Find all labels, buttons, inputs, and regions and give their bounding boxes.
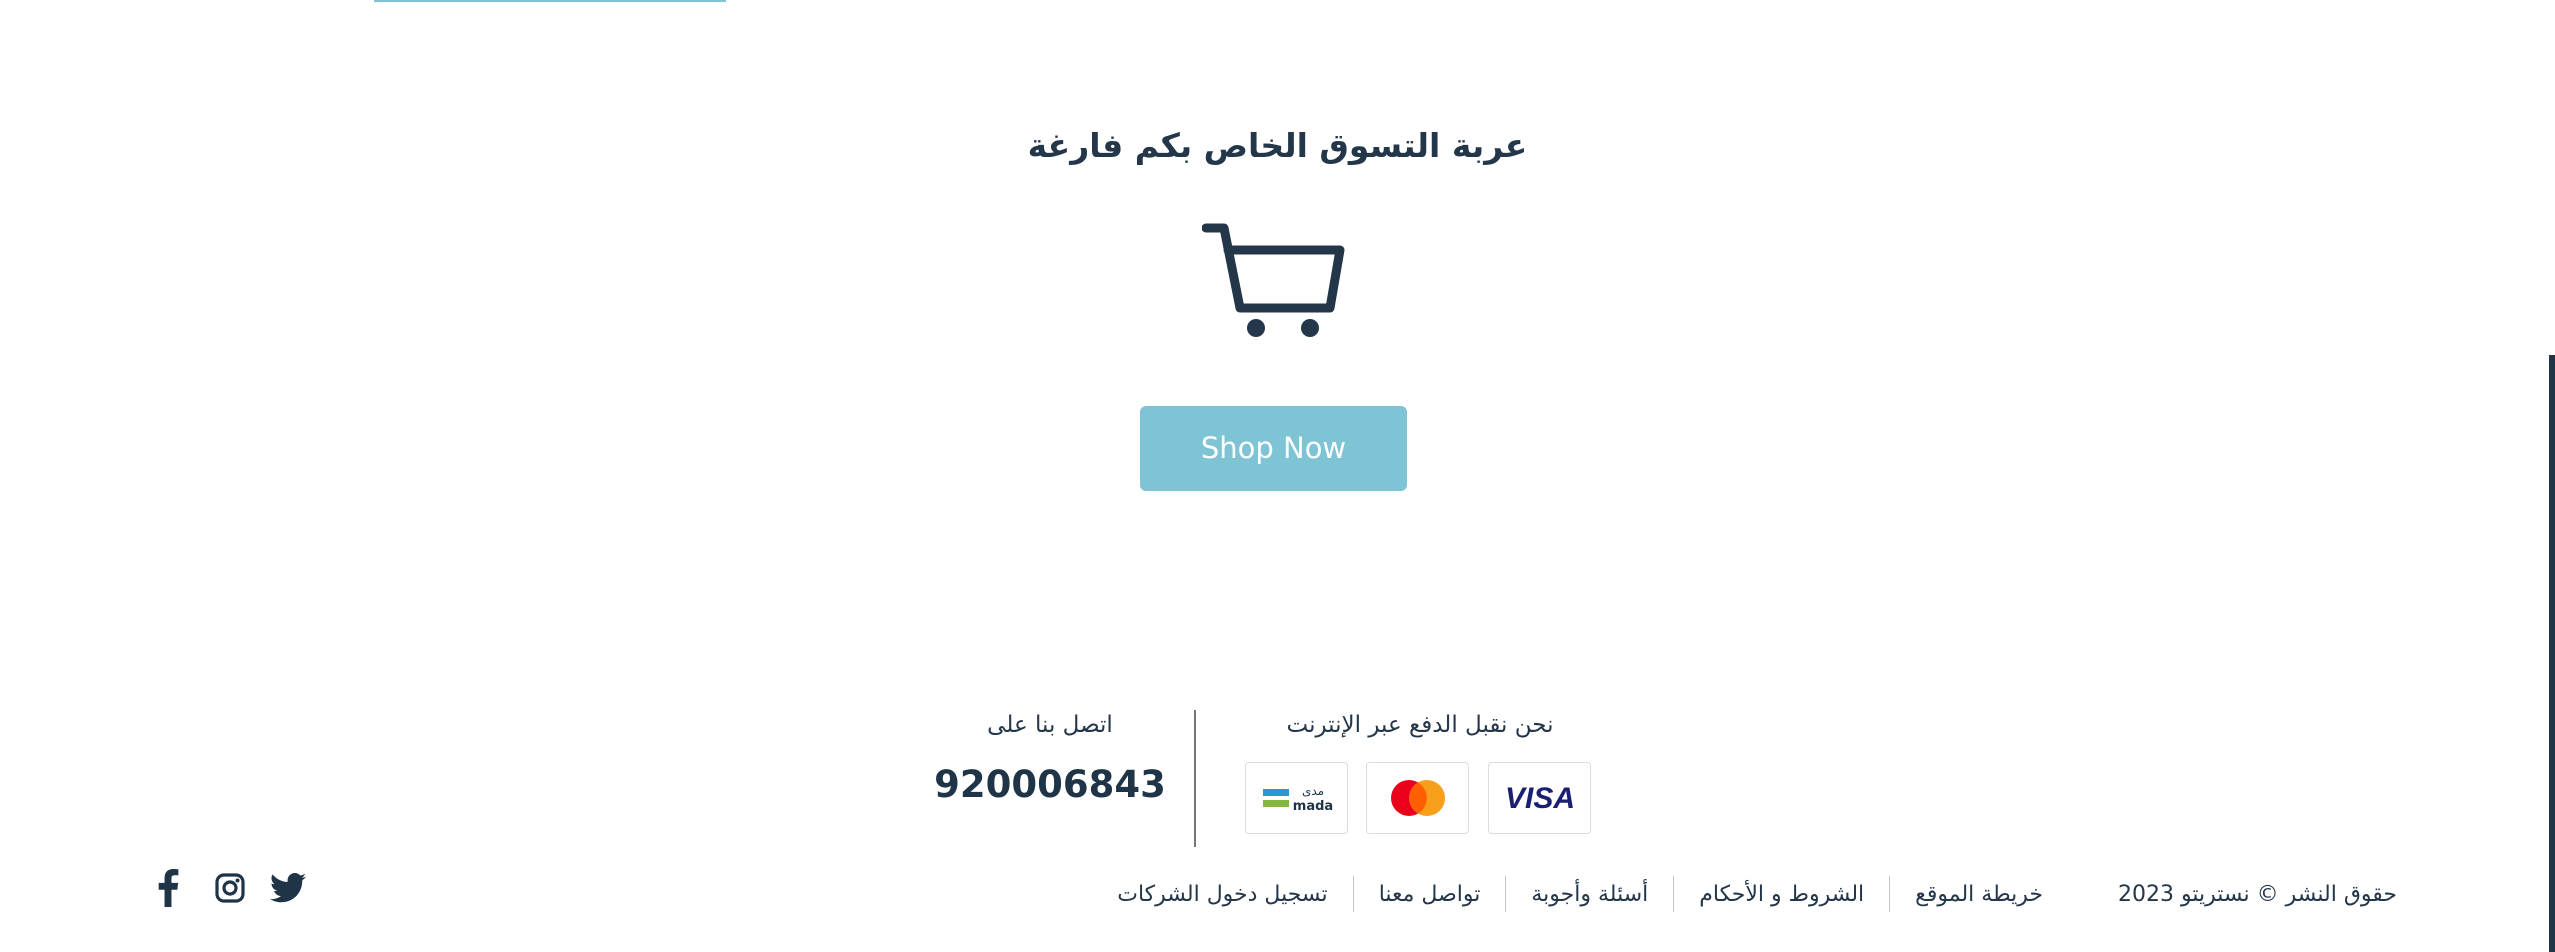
shopping-cart-icon: [1202, 223, 1345, 337]
twitter-icon: [270, 873, 306, 903]
phone-number[interactable]: 920006843: [930, 763, 1170, 806]
top-accent-line: [374, 0, 726, 2]
mastercard-logo-icon: [1390, 780, 1445, 816]
twitter-button[interactable]: [268, 868, 308, 908]
copyright-text: حقوق النشر © نستريتو 2023: [2117, 881, 2397, 907]
footer-link-terms[interactable]: الشروط و الأحكام: [1674, 882, 1889, 907]
footer-link-corporate-login[interactable]: تسجيل دخول الشركات: [1092, 882, 1352, 907]
scrollbar[interactable]: [2549, 355, 2555, 952]
instagram-icon: [215, 873, 245, 903]
empty-cart-message: عربة التسوق الخاص بكم فارغة: [1027, 126, 1528, 165]
instagram-button[interactable]: [210, 868, 250, 908]
visa-logo-icon: VISA: [1504, 783, 1574, 813]
mada-label: mada: [1292, 799, 1332, 814]
visa-card: VISA: [1488, 762, 1591, 834]
payment-title: نحن نقبل الدفع عبر الإنترنت: [1286, 712, 1554, 738]
facebook-icon: [158, 869, 179, 907]
footer-link-faq[interactable]: أسئلة وأجوبة: [1506, 882, 1673, 907]
facebook-button[interactable]: [148, 868, 188, 908]
mada-arabic-label: مدى: [1301, 784, 1323, 798]
contact-title: اتصل بنا على: [987, 712, 1113, 738]
visa-logo-text: VISA: [1504, 783, 1574, 813]
footer-link-contact[interactable]: تواصل معنا: [1354, 882, 1506, 907]
shop-now-button[interactable]: Shop Now: [1140, 406, 1407, 491]
footer-divider: [1194, 710, 1196, 847]
footer-link-sitemap[interactable]: خريطة الموقع: [1890, 882, 2068, 907]
footer-links: حقوق النشر © نستريتو 2023 خريطة الموقع ا…: [1092, 874, 2397, 914]
mada-card: مدى mada: [1245, 762, 1348, 834]
mastercard-card: [1366, 762, 1469, 834]
mada-logo-icon: مدى mada: [1262, 784, 1333, 814]
